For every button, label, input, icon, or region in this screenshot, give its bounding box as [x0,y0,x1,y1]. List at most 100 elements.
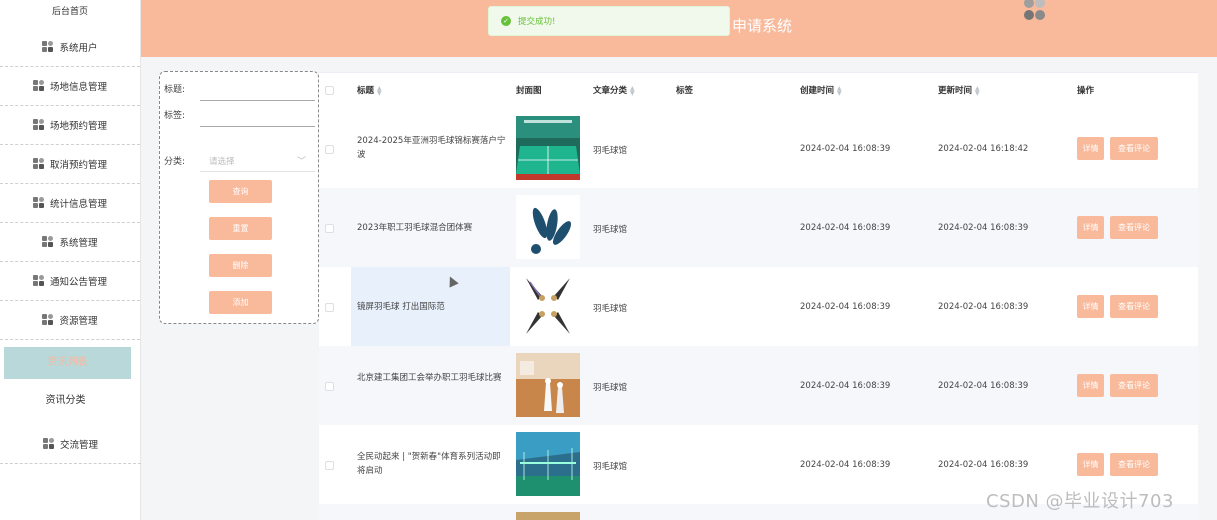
row-created: 2024-02-04 16:08:39 [800,381,891,391]
sidebar-item-label: 系统用户 [59,43,98,54]
chevron-down-icon: ﹀ [296,157,306,167]
row-checkbox[interactable] [325,303,334,312]
success-toast: ✓ 提交成功! [488,6,730,36]
sidebar-item-label: 交流管理 [59,440,98,451]
sidebar-item-news-list[interactable]: 资讯列表 [4,347,131,379]
row-updated: 2024-02-04 16:08:39 [938,460,1029,470]
row-category: 羽毛球馆 [593,462,628,472]
grid-icon [32,197,45,209]
sort-icon: ▲ ▼ [975,84,980,97]
delete-button[interactable]: 删除 [209,254,272,277]
sort-icon: ▲ ▼ [377,84,382,97]
sidebar-item-system-admin[interactable]: 系统管理 [0,223,140,262]
table-row[interactable]: 2023年职工羽毛球混合团体赛 羽毛球馆 2024-02-04 16:08:39… [319,188,1198,267]
row-title: 2023年职工羽毛球混合团体赛 [357,223,473,233]
sidebar-item-cancel-booking[interactable]: 取消预约管理 [0,145,140,184]
search-panel: 标题: 标签: 分类: 请选择 ﹀ 查询 重置 删除 添加 [159,71,319,324]
sidebar-home[interactable]: 后台首页 [0,0,140,28]
sidebar-menu: 系统用户 场地信息管理 场地预约管理 取消预约管理 统计信息管理 系统管理 通知… [0,28,140,340]
sidebar-item-notices[interactable]: 通知公告管理 [0,262,140,301]
grid-icon [32,119,45,131]
sort-icon: ▲ ▼ [630,84,635,97]
row-created: 2024-02-04 16:08:39 [800,460,891,470]
select-all-checkbox[interactable] [325,86,334,95]
row-checkbox[interactable] [325,382,334,391]
row-checkbox[interactable] [325,224,334,233]
sort-icon: ▲ ▼ [837,84,842,97]
page-title: 申请系统 [732,17,793,35]
row-created: 2024-02-04 16:08:39 [800,223,891,233]
column-header-title[interactable]: 标题 ▲ ▼ [357,73,382,109]
tag-input[interactable] [200,126,315,127]
column-header-category[interactable]: 文章分类 ▲ ▼ [593,73,635,109]
category-select[interactable]: 请选择 ﹀ [200,152,315,172]
detail-button[interactable]: 详情 [1077,453,1104,476]
sidebar-item-label: 资源管理 [59,316,98,327]
row-checkbox[interactable] [325,461,334,470]
title-label: 标题: [164,85,186,95]
category-label: 分类: [164,157,186,167]
grid-icon [42,314,54,326]
sidebar-item-news-category[interactable]: 资讯分类 [0,391,131,406]
row-category: 羽毛球馆 [593,225,628,235]
detail-button[interactable]: 详情 [1077,374,1104,397]
row-updated: 2024-02-04 16:08:39 [938,302,1029,312]
sidebar-item-resources[interactable]: 资源管理 [0,301,140,340]
table-row[interactable]: 北京建工集团工会举办职工羽毛球比赛 羽毛球馆 2024-02-04 16:08:… [319,346,1198,425]
grid-icon [32,275,45,287]
sidebar-item-statistics[interactable]: 统计信息管理 [0,184,140,223]
sidebar-item-venue-booking[interactable]: 场地预约管理 [0,106,140,145]
watermark: CSDN @毕业设计703 [986,491,1174,512]
column-header-cover: 封面图 [516,86,542,96]
row-title: 2024-2025年亚洲羽毛球锦标赛落户宁波 [357,136,506,160]
sidebar-item-label: 场地预约管理 [49,121,107,132]
column-header-updated[interactable]: 更新时间 ▲ ▼ [938,73,980,109]
sidebar-item-label: 场地信息管理 [49,82,107,93]
news-table: 标题 ▲ ▼ 封面图 文章分类 ▲ ▼ 标签 创建时间 ▲ ▼ 更新时间 ▲ ▼ 操作 2024… [319,72,1198,520]
cover-image [516,274,580,338]
sidebar-item-communication[interactable]: 交流管理 [0,425,141,464]
row-title: 镜屏羽毛球 打出国际范 [357,302,445,312]
view-comments-button[interactable]: 查看评论 [1110,216,1158,239]
sidebar-item-venue-info[interactable]: 场地信息管理 [0,67,140,106]
avatar-icon[interactable] [1023,0,1047,22]
column-header-tag: 标签 [676,86,694,96]
grid-icon [32,80,45,92]
tag-label: 标签: [164,111,186,121]
row-updated: 2024-02-04 16:08:39 [938,223,1029,233]
category-placeholder: 请选择 [209,157,235,167]
row-category: 羽毛球馆 [593,383,628,393]
sidebar: 后台首页 系统用户 场地信息管理 场地预约管理 取消预约管理 统计信息管理 系统… [0,0,141,520]
detail-button[interactable]: 详情 [1077,295,1104,318]
add-button[interactable]: 添加 [209,291,272,314]
row-updated: 2024-02-04 16:08:39 [938,381,1029,391]
title-input[interactable] [200,100,315,101]
cover-image [516,195,580,259]
view-comments-button[interactable]: 查看评论 [1110,295,1158,318]
sidebar-item-label: 系统管理 [59,238,98,249]
column-header-created[interactable]: 创建时间 ▲ ▼ [800,73,842,109]
grid-icon [32,158,45,170]
sidebar-item-label: 通知公告管理 [49,277,107,288]
sidebar-item-label: 取消预约管理 [49,160,107,171]
reset-button[interactable]: 重置 [209,217,272,240]
view-comments-button[interactable]: 查看评论 [1110,374,1158,397]
cover-image [516,432,580,496]
cover-image [516,116,580,180]
row-title: 北京建工集团工会举办职工羽毛球比赛 [357,373,502,383]
sidebar-item-system-users[interactable]: 系统用户 [0,28,140,67]
row-updated: 2024-02-04 16:18:42 [938,144,1029,154]
column-header-ops: 操作 [1077,86,1095,96]
row-category: 羽毛球馆 [593,146,628,156]
row-created: 2024-02-04 16:08:39 [800,144,891,154]
query-button[interactable]: 查询 [209,180,272,203]
grid-icon [42,236,54,248]
row-checkbox[interactable] [325,145,334,154]
table-row[interactable]: 2024-2025年亚洲羽毛球锦标赛落户宁波 羽毛球馆 2024-02-04 1… [319,109,1198,188]
grid-icon [42,41,54,53]
detail-button[interactable]: 详情 [1077,216,1104,239]
row-created: 2024-02-04 16:08:39 [800,302,891,312]
detail-button[interactable]: 详情 [1077,137,1104,160]
view-comments-button[interactable]: 查看评论 [1110,137,1158,160]
view-comments-button[interactable]: 查看评论 [1110,453,1158,476]
